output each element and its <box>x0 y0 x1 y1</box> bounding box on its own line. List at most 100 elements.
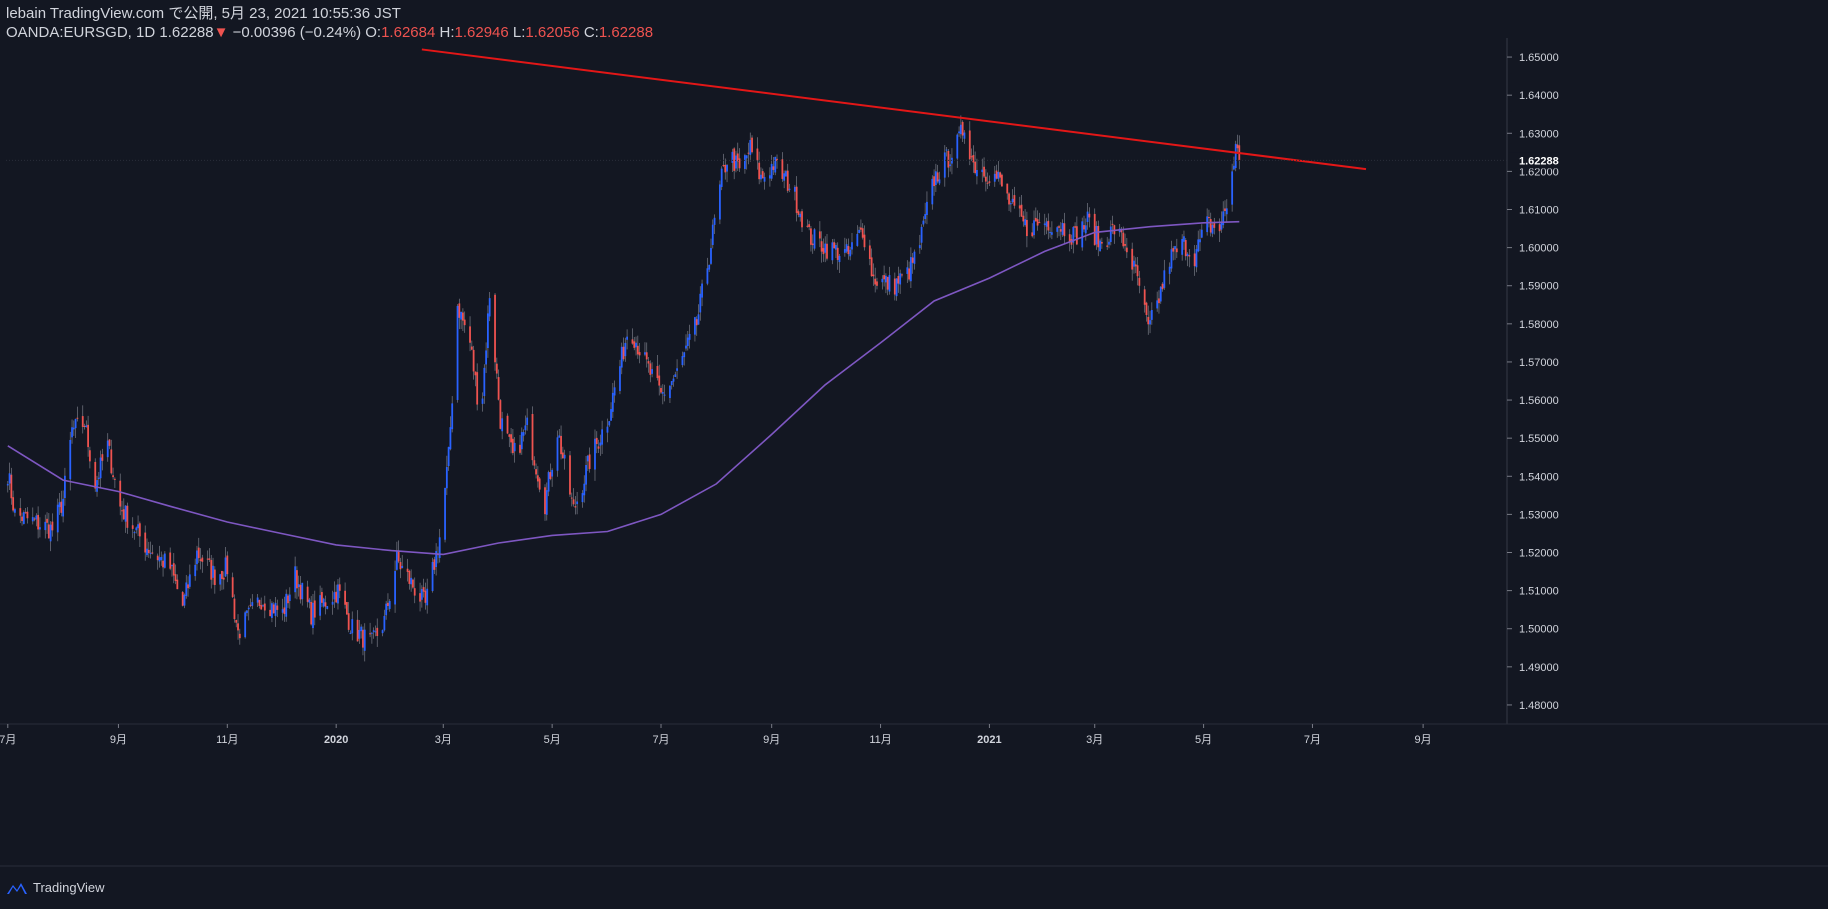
candle-body <box>933 176 935 187</box>
candle-body <box>958 131 960 134</box>
candle-body <box>246 610 248 614</box>
candle-body <box>511 438 514 454</box>
candle-body <box>71 427 73 438</box>
candle-body <box>313 600 316 618</box>
candle-body <box>85 425 88 428</box>
candle-body <box>1188 255 1191 257</box>
candle-body <box>1111 223 1114 225</box>
time-tick-label: 7月 <box>0 734 16 746</box>
candle-body <box>1222 211 1225 226</box>
candle-body <box>199 559 202 561</box>
candle-body <box>1063 223 1066 237</box>
candle-body <box>1150 310 1153 320</box>
candle-body <box>1093 213 1096 246</box>
candle-body <box>1209 219 1212 233</box>
candle-body <box>976 169 978 177</box>
candle-body <box>835 245 837 250</box>
candle-body <box>431 561 434 592</box>
candle-body <box>301 582 304 600</box>
candle-body <box>69 439 72 480</box>
candle-body <box>1018 205 1021 209</box>
candle-body <box>601 429 604 445</box>
candle-body <box>231 577 234 598</box>
candle-body <box>110 449 113 474</box>
candle-body <box>260 605 263 610</box>
candle-body <box>774 156 777 173</box>
candle-body <box>321 592 323 603</box>
price-tick-label: 1.52000 <box>1519 548 1559 560</box>
candle-body <box>995 170 998 179</box>
candle-body <box>1124 243 1126 246</box>
candle-body <box>833 242 836 249</box>
candle-body <box>1183 236 1185 242</box>
candle-body <box>138 523 141 537</box>
candle-body <box>213 569 216 586</box>
candle-body <box>922 220 925 225</box>
candle-body <box>722 165 725 167</box>
candle-body <box>297 584 300 588</box>
candle-body <box>783 173 786 181</box>
candle-body <box>1081 221 1084 248</box>
candle-body <box>669 385 671 399</box>
candle-body <box>897 276 900 284</box>
candle-body <box>1125 247 1128 253</box>
candle-body <box>858 229 861 234</box>
candle-body <box>1031 232 1034 237</box>
candle-body <box>688 333 691 340</box>
candle-body <box>271 603 273 618</box>
candle-body <box>988 181 991 183</box>
candle-body <box>908 268 910 280</box>
candle-body <box>326 606 329 609</box>
price-axis[interactable]: 1.650001.640001.630001.620001.610001.600… <box>1507 52 1559 712</box>
candle-body <box>658 375 661 386</box>
candle-body <box>476 372 479 405</box>
candle-body <box>810 228 812 245</box>
candle-body <box>936 172 939 182</box>
candle-body <box>1186 253 1189 257</box>
candle-body <box>1058 226 1060 228</box>
candle-body <box>470 346 473 350</box>
price-chart[interactable]: 1.650001.640001.630001.620001.610001.600… <box>0 0 1828 909</box>
price-tick-label: 1.63000 <box>1519 128 1559 140</box>
candle-body <box>610 409 612 421</box>
resistance-trendline[interactable] <box>421 48 1367 171</box>
candle-body <box>699 293 702 313</box>
candle-body <box>569 455 571 495</box>
candle-body <box>1097 225 1100 248</box>
candle-body <box>974 161 977 174</box>
candle-body <box>585 465 587 485</box>
candle-body <box>961 121 964 136</box>
tradingview-logo-icon <box>7 882 27 894</box>
candle-body <box>644 352 646 355</box>
candle-body <box>756 148 759 161</box>
candle-body <box>1108 241 1110 245</box>
candle-body <box>358 629 361 639</box>
candle-body <box>622 346 625 360</box>
candle-body <box>488 298 491 317</box>
price-tick-label: 1.65000 <box>1519 52 1559 64</box>
candle-body <box>1218 224 1221 232</box>
time-axis[interactable]: 7月 9月 11月 2020 3月 5月 7月 9月 11月 2021 3月 5月 7月 9月 <box>0 724 1432 746</box>
candle-body <box>1009 203 1012 205</box>
candle-body <box>986 182 989 184</box>
candle-body <box>135 527 138 531</box>
candle-body <box>1156 300 1159 309</box>
candle-body <box>187 584 189 589</box>
candle-body <box>606 426 609 433</box>
low-label: L: <box>512 24 526 41</box>
candle-body <box>1168 266 1171 274</box>
candle-body <box>638 352 641 356</box>
candle-body <box>524 425 527 431</box>
candle-body <box>818 231 821 239</box>
candles <box>6 115 1241 662</box>
candle-body <box>197 547 200 559</box>
candle-body <box>588 454 591 469</box>
candle-body <box>1147 316 1150 325</box>
candle-body <box>483 367 486 397</box>
candle-body <box>1181 238 1184 255</box>
candle-body <box>1075 226 1078 245</box>
candle-body <box>146 548 148 556</box>
candle-body <box>112 475 114 478</box>
candle-body <box>401 565 404 569</box>
candle-body <box>545 490 548 515</box>
